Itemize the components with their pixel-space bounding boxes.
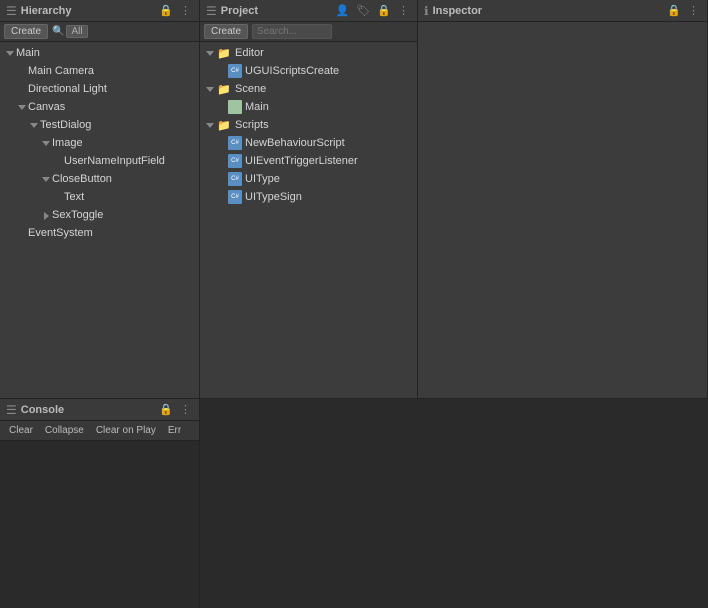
console-error-button[interactable]: Err <box>163 424 186 437</box>
hierarchy-panel: ☰ Hierarchy 🔒 ⋮ Create 🔍 All Main M <box>0 0 200 398</box>
main-scene-icon <box>228 100 242 114</box>
hierarchy-item-eventsystem[interactable]: EventSystem <box>0 224 199 242</box>
hierarchy-search-icon: 🔍 <box>52 26 64 37</box>
testdialog-arrow <box>28 120 40 130</box>
project-lock-icon[interactable]: 🔒 <box>375 3 393 18</box>
inspector-panel: ℹ Inspector 🔒 ⋮ <box>418 0 708 398</box>
newbehaviourscript-arrow <box>216 138 228 148</box>
hierarchy-item-testdialog[interactable]: TestDialog <box>0 116 199 134</box>
hierarchy-search-all[interactable]: All <box>66 25 87 38</box>
project-more-icon[interactable]: ⋮ <box>396 3 411 18</box>
console-content <box>0 441 199 608</box>
project-item-editor[interactable]: 📁 Editor <box>200 44 417 62</box>
console-clear-on-play-button[interactable]: Clear on Play <box>91 424 161 437</box>
project-create-button[interactable]: Create <box>204 24 248 39</box>
console-clear-button[interactable]: Clear <box>4 424 38 437</box>
hierarchy-item-canvas[interactable]: Canvas <box>0 98 199 116</box>
project-panel: ☰ Project 👤 🏷 🔒 ⋮ Create 📁 Editor <box>200 0 418 398</box>
project-item-main-scene[interactable]: Main <box>200 98 417 116</box>
eventsystem-arrow <box>16 228 28 238</box>
scripts-folder-icon: 📁 <box>216 117 232 133</box>
project-menu-icon[interactable]: ☰ <box>206 4 217 18</box>
hierarchy-item-closebutton[interactable]: CloseButton <box>0 170 199 188</box>
closebutton-arrow <box>40 174 52 184</box>
uieventtriggerlistener-arrow <box>216 156 228 166</box>
console-menu-icon[interactable]: ☰ <box>6 403 17 417</box>
hierarchy-item-text[interactable]: Text <box>0 188 199 206</box>
newbehaviourscript-icon: C# <box>228 136 242 150</box>
hierarchy-item-main[interactable]: Main <box>0 44 199 62</box>
inspector-info-icon: ℹ <box>424 4 429 18</box>
console-more-icon[interactable]: ⋮ <box>178 402 193 417</box>
bottom-right-area <box>200 399 708 608</box>
uitypesign-icon: C# <box>228 190 242 204</box>
project-item-newbehaviourscript[interactable]: C# NewBehaviourScript <box>200 134 417 152</box>
inspector-content <box>418 22 707 398</box>
hierarchy-header: ☰ Hierarchy 🔒 ⋮ <box>0 0 199 22</box>
inspector-title: Inspector <box>433 5 483 17</box>
project-icon1[interactable]: 👤 <box>334 4 352 17</box>
project-search-input[interactable] <box>252 24 332 39</box>
inspector-header: ℹ Inspector 🔒 ⋮ <box>418 0 707 22</box>
hierarchy-toolbar: Create 🔍 All <box>0 22 199 42</box>
hierarchy-item-directional-light[interactable]: Directional Light <box>0 80 199 98</box>
project-header: ☰ Project 👤 🏷 🔒 ⋮ <box>200 0 417 22</box>
directional-light-arrow <box>16 84 28 94</box>
inspector-header-icons: 🔒 ⋮ <box>665 3 701 18</box>
hierarchy-item-main-camera[interactable]: Main Camera <box>0 62 199 80</box>
inspector-lock-icon[interactable]: 🔒 <box>665 3 683 18</box>
hierarchy-lock-icon[interactable]: 🔒 <box>157 3 175 18</box>
editor-folder-icon: 📁 <box>216 45 232 61</box>
main-arrow <box>4 48 16 58</box>
project-icon2[interactable]: 🏷 <box>354 4 372 17</box>
sextoggle-arrow <box>40 210 52 220</box>
hierarchy-tree: Main Main Camera Directional Light Canva… <box>0 42 199 398</box>
console-lock-icon[interactable]: 🔒 <box>157 402 175 417</box>
image-arrow <box>40 138 52 148</box>
console-panel: ☰ Console 🔒 ⋮ Clear Collapse Clear on Pl… <box>0 399 200 608</box>
console-toolbar: Clear Collapse Clear on Play Err <box>0 421 199 441</box>
hierarchy-item-image[interactable]: Image <box>0 134 199 152</box>
text-arrow <box>52 192 64 202</box>
uitype-arrow <box>216 174 228 184</box>
console-header: ☰ Console 🔒 ⋮ <box>0 399 199 421</box>
scene-folder-icon: 📁 <box>216 81 232 97</box>
hierarchy-item-usernameinputfield[interactable]: UserNameInputField <box>0 152 199 170</box>
hierarchy-create-button[interactable]: Create <box>4 24 48 39</box>
main-camera-arrow <box>16 66 28 76</box>
project-title: Project <box>221 5 258 17</box>
hierarchy-search-area: 🔍 All <box>52 25 88 38</box>
project-toolbar: Create <box>200 22 417 42</box>
console-collapse-button[interactable]: Collapse <box>40 424 89 437</box>
project-tree: 📁 Editor C# UGUIScriptsCreate 📁 Scene Ma… <box>200 42 417 398</box>
project-header-icons: 👤 🏷 🔒 ⋮ <box>334 3 411 18</box>
usernameinputfield-arrow <box>52 156 64 166</box>
uieventtriggerlistener-icon: C# <box>228 154 242 168</box>
project-item-uguiscriptscreate[interactable]: C# UGUIScriptsCreate <box>200 62 417 80</box>
uguiscriptscreate-arrow <box>216 66 228 76</box>
main-scene-arrow <box>216 102 228 112</box>
project-item-uitypesign[interactable]: C# UITypeSign <box>200 188 417 206</box>
project-item-uitype[interactable]: C# UIType <box>200 170 417 188</box>
hierarchy-menu-icon[interactable]: ☰ <box>6 4 17 18</box>
canvas-arrow <box>16 102 28 112</box>
uitypesign-arrow <box>216 192 228 202</box>
scripts-folder-arrow <box>204 120 216 130</box>
project-item-uieventtriggerlistener[interactable]: C# UIEventTriggerListener <box>200 152 417 170</box>
inspector-more-icon[interactable]: ⋮ <box>686 3 701 18</box>
hierarchy-more-icon[interactable]: ⋮ <box>178 3 193 18</box>
editor-arrow <box>204 48 216 58</box>
uitype-icon: C# <box>228 172 242 186</box>
console-header-icons: 🔒 ⋮ <box>157 402 193 417</box>
project-item-scene[interactable]: 📁 Scene <box>200 80 417 98</box>
hierarchy-item-sextoggle[interactable]: SexToggle <box>0 206 199 224</box>
uguiscriptscreate-script-icon: C# <box>228 64 242 78</box>
project-item-scripts[interactable]: 📁 Scripts <box>200 116 417 134</box>
console-title: Console <box>21 404 64 416</box>
scene-folder-arrow <box>204 84 216 94</box>
hierarchy-title: Hierarchy <box>21 5 72 17</box>
bottom-area: ☰ Console 🔒 ⋮ Clear Collapse Clear on Pl… <box>0 398 708 608</box>
hierarchy-header-icons: 🔒 ⋮ <box>157 3 193 18</box>
